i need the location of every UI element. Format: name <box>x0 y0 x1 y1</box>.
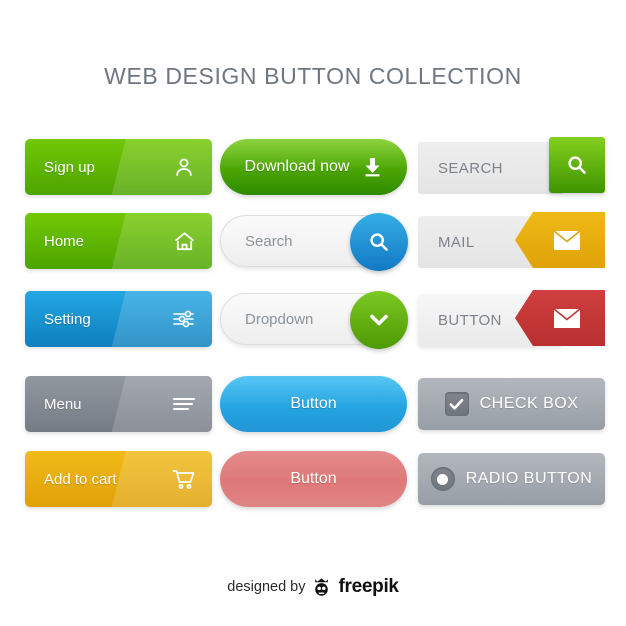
user-icon <box>156 139 212 195</box>
search-icon-button[interactable] <box>350 213 408 271</box>
mail-box-label: MAIL <box>438 233 475 251</box>
radio-button-cell: RADIO BUTTON <box>418 453 605 505</box>
button-sign-up[interactable]: Sign up <box>25 139 212 195</box>
button-setting-cell: Setting <box>25 291 212 347</box>
button-menu[interactable]: Menu <box>25 376 212 432</box>
radio-button-control[interactable]: RADIO BUTTON <box>418 453 605 505</box>
button-box-label: BUTTON <box>438 311 502 329</box>
search-box[interactable]: SEARCH <box>418 137 605 194</box>
footer-credit: designed by freepik <box>0 576 626 598</box>
button-menu-label: Menu <box>44 395 82 413</box>
red-button-label: Button <box>290 470 337 487</box>
dropdown-label: Dropdown <box>245 310 314 328</box>
button-collection-grid: Sign up Home Setting Menu Add to cart Do… <box>0 0 626 626</box>
button-home[interactable]: Home <box>25 213 212 269</box>
dropdown-cell: Dropdown <box>220 291 408 349</box>
radio-dot-icon[interactable] <box>430 467 455 491</box>
check-box-cell: CHECK BOX <box>418 378 605 430</box>
button-box[interactable]: BUTTON <box>418 290 605 346</box>
search-field-cell: Search <box>220 213 408 271</box>
red-button[interactable]: Button <box>220 451 407 507</box>
button-add-to-cart-label: Add to cart <box>44 470 117 488</box>
blue-button-cell: Button <box>220 376 407 432</box>
mail-box-cell: MAIL <box>418 212 605 268</box>
mail-box[interactable]: MAIL <box>418 212 605 268</box>
envelope-icon-notch-gold[interactable] <box>515 212 605 268</box>
chevron-down-icon-button[interactable] <box>350 291 408 349</box>
search-field-label: Search <box>245 232 293 250</box>
button-setting-label: Setting <box>44 310 91 328</box>
button-home-label: Home <box>44 232 85 250</box>
home-icon <box>156 213 212 269</box>
button-sign-up-cell: Sign up <box>25 139 212 195</box>
button-add-to-cart[interactable]: Add to cart <box>25 451 212 507</box>
button-box-cell: BUTTON <box>418 290 605 346</box>
check-box-label: CHECK BOX <box>479 395 579 412</box>
red-button-cell: Button <box>220 451 407 507</box>
envelope-icon-notch-red[interactable] <box>515 290 605 346</box>
button-add-to-cart-cell: Add to cart <box>25 451 212 507</box>
hamburger-icon <box>156 376 212 432</box>
search-box-label: SEARCH <box>438 159 503 177</box>
button-menu-cell: Menu <box>25 376 212 432</box>
search-field[interactable]: Search <box>220 213 408 271</box>
check-box-button[interactable]: CHECK BOX <box>418 378 605 430</box>
button-sign-up-label: Sign up <box>44 158 95 176</box>
button-download-now-label: Download now <box>244 158 350 175</box>
blue-button-label: Button <box>290 395 337 412</box>
search-box-cell: SEARCH <box>418 137 605 194</box>
dropdown-field[interactable]: Dropdown <box>220 291 408 349</box>
footer-brand-name: freepik <box>338 576 399 597</box>
blue-button[interactable]: Button <box>220 376 407 432</box>
freepik-crown-robot-icon <box>312 577 331 597</box>
button-home-cell: Home <box>25 213 212 269</box>
button-download-now[interactable]: Download now <box>220 139 407 195</box>
download-icon <box>363 157 382 177</box>
sliders-icon <box>156 291 212 347</box>
cart-icon <box>156 451 212 507</box>
button-setting[interactable]: Setting <box>25 291 212 347</box>
button-download-now-cell: Download now <box>220 139 407 195</box>
search-icon-square[interactable] <box>549 137 605 193</box>
radio-button-label: RADIO BUTTON <box>465 470 593 487</box>
search-box-textpane[interactable]: SEARCH <box>418 142 563 194</box>
checkmark-icon[interactable] <box>444 392 469 416</box>
footer-credit-text: designed by <box>227 579 306 595</box>
